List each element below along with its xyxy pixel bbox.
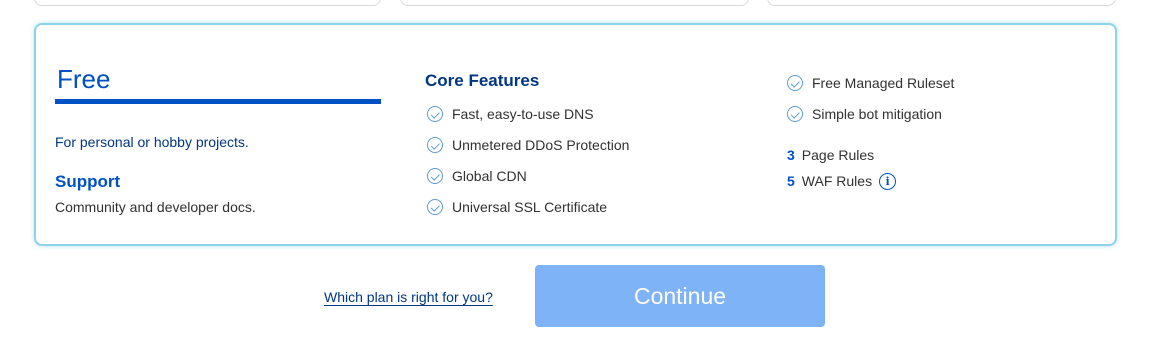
- page-rules-limit: 3 Page Rules: [787, 145, 874, 165]
- feature-item: Free Managed Ruleset: [787, 73, 954, 93]
- plan-card-top-1[interactable]: [34, 0, 381, 6]
- limit-label: WAF Rules: [801, 173, 873, 189]
- limit-count: 5: [787, 173, 795, 189]
- feature-item: Simple bot mitigation: [787, 104, 942, 124]
- check-circle-icon: [427, 106, 443, 122]
- limit-count: 3: [787, 147, 795, 163]
- check-circle-icon: [427, 168, 443, 184]
- continue-button[interactable]: Continue: [535, 265, 825, 327]
- plan-name: Free: [57, 64, 111, 94]
- feature-item: Fast, easy-to-use DNS: [427, 104, 594, 124]
- feature-label: Universal SSL Certificate: [452, 199, 608, 215]
- waf-rules-limit: 5 WAF Rules i: [787, 171, 897, 191]
- support-description: Community and developer docs.: [55, 199, 256, 215]
- check-circle-icon: [427, 137, 443, 153]
- info-icon[interactable]: i: [879, 172, 897, 190]
- feature-label: Free Managed Ruleset: [812, 75, 955, 91]
- limit-label: Page Rules: [801, 147, 875, 163]
- check-circle-icon: [787, 106, 803, 122]
- plan-card-top-3[interactable]: [767, 0, 1116, 6]
- feature-item: Global CDN: [427, 166, 527, 186]
- support-title: Support: [55, 172, 121, 191]
- check-circle-icon: [787, 75, 803, 91]
- feature-item: Universal SSL Certificate: [427, 197, 607, 217]
- feature-label: Fast, easy-to-use DNS: [452, 106, 594, 122]
- free-plan-card[interactable]: Free For personal or hobby projects. Sup…: [34, 23, 1117, 246]
- core-features-title: Core Features: [425, 71, 540, 90]
- feature-label: Global CDN: [452, 168, 527, 184]
- plan-description: For personal or hobby projects.: [55, 134, 249, 150]
- plan-card-top-2[interactable]: [400, 0, 749, 6]
- feature-item: Unmetered DDoS Protection: [427, 135, 629, 155]
- plan-underline: [55, 99, 381, 104]
- which-plan-link[interactable]: Which plan is right for you?: [324, 289, 493, 305]
- feature-label: Simple bot mitigation: [812, 106, 942, 122]
- check-circle-icon: [427, 199, 443, 215]
- feature-label: Unmetered DDoS Protection: [452, 137, 630, 153]
